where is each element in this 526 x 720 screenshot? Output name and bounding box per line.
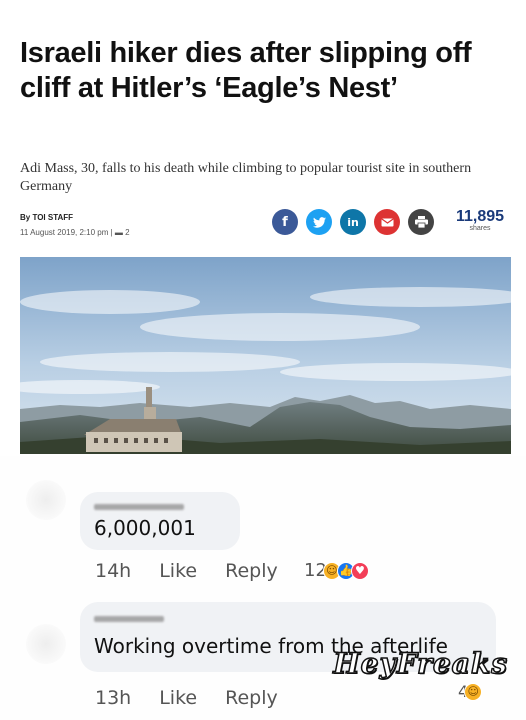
share-count: 11,895 <box>456 208 505 225</box>
linkedin-icon[interactable]: in <box>340 209 366 235</box>
avatar[interactable] <box>26 480 66 520</box>
email-icon[interactable] <box>374 209 400 235</box>
print-icon[interactable] <box>408 209 434 235</box>
comment-actions: 13h Like Reply <box>95 687 278 709</box>
share-buttons: f in <box>272 209 434 235</box>
like-button[interactable]: Like <box>159 560 197 582</box>
author-link[interactable]: By TOI STAFF <box>20 213 73 222</box>
comment-timestamp[interactable]: 13h <box>95 687 131 709</box>
commenter-name[interactable] <box>94 504 184 510</box>
publish-date: 11 August 2019, 2:10 pm | ▬ 2 <box>20 228 130 237</box>
article-headline: Israeli hiker dies after slipping off cl… <box>20 37 472 104</box>
twitter-icon[interactable] <box>306 209 332 235</box>
reaction-summary[interactable]: 4 ☺ <box>458 682 483 701</box>
reply-button[interactable]: Reply <box>225 687 278 709</box>
avatar[interactable] <box>26 624 66 664</box>
commenter-name[interactable] <box>94 616 164 622</box>
share-label: shares <box>469 225 491 232</box>
love-icon: ♥ <box>350 561 369 580</box>
byline: By TOI STAFF 11 August 2019, 2:10 pm | ▬… <box>20 212 130 238</box>
comment-text: 6,000,001 <box>94 516 196 540</box>
haha-icon: ☺ <box>464 682 483 701</box>
watermark-logo: HeyFreaks <box>332 646 508 681</box>
reaction-summary[interactable]: 12 ☺ 👍 ♥ <box>304 560 369 581</box>
facebook-icon[interactable]: f <box>272 209 298 235</box>
comment-section: 6,000,001 14h Like Reply 12 ☺ 👍 ♥ Workin… <box>0 456 526 720</box>
share-counter: 11,895 shares <box>456 208 504 232</box>
comment-bubble: 6,000,001 <box>80 492 240 550</box>
article-subheadline: Adi Mass, 30, falls to his death while c… <box>20 161 472 194</box>
comment-actions: 14h Like Reply <box>95 560 278 582</box>
article-photo <box>20 257 511 454</box>
comment-timestamp[interactable]: 14h <box>95 560 131 582</box>
reply-button[interactable]: Reply <box>225 560 278 582</box>
like-button[interactable]: Like <box>159 687 197 709</box>
